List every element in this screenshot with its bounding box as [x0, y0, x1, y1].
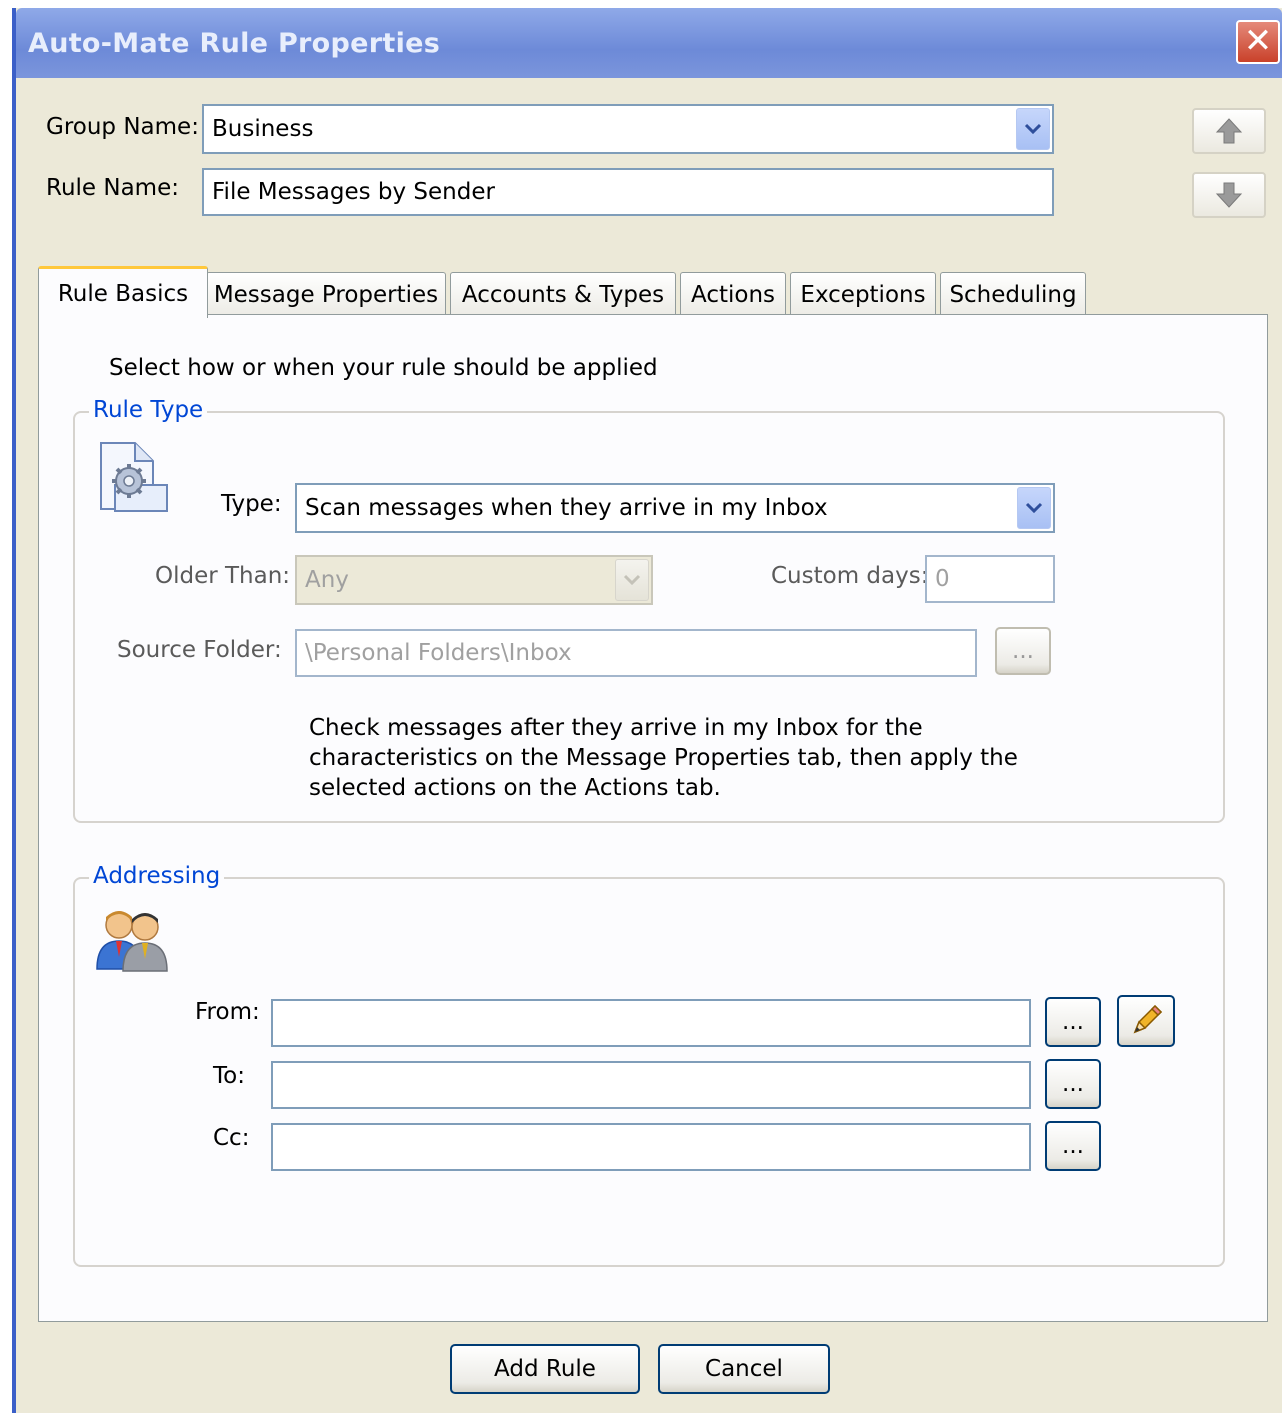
browse-label: ...: [1062, 1009, 1084, 1035]
intro-text: Select how or when your rule should be a…: [109, 355, 658, 381]
rule-settings-icon: [95, 439, 171, 521]
type-value: Scan messages when they arrive in my Inb…: [305, 495, 828, 521]
chevron-down-icon[interactable]: [1017, 487, 1051, 529]
tab-label: Rule Basics: [57, 280, 189, 307]
title-bar[interactable]: Auto-Mate Rule Properties ✕: [16, 8, 1282, 78]
from-browse-button[interactable]: ...: [1045, 997, 1101, 1047]
tab-label: Message Properties: [213, 281, 439, 308]
type-label: Type:: [221, 491, 282, 517]
cancel-label: Cancel: [705, 1356, 783, 1382]
to-browse-button[interactable]: ...: [1045, 1059, 1101, 1109]
addressing-group-title: Addressing: [89, 863, 225, 889]
tab-message-properties[interactable]: Message Properties: [206, 272, 446, 316]
chevron-down-icon[interactable]: [615, 559, 649, 601]
older-than-value: Any: [305, 567, 349, 593]
custom-days-label: Custom days:: [771, 563, 929, 589]
browse-label: ...: [1012, 638, 1034, 664]
custom-days-input[interactable]: 0: [925, 555, 1055, 603]
cc-input[interactable]: [271, 1123, 1031, 1171]
add-rule-label: Add Rule: [494, 1356, 596, 1382]
rule-name-input[interactable]: File Messages by Sender: [202, 168, 1054, 216]
group-name-value: Business: [212, 116, 314, 142]
arrow-up-icon: [1215, 118, 1243, 144]
source-folder-value: \Personal Folders\Inbox: [305, 640, 572, 666]
source-folder-label: Source Folder:: [117, 637, 282, 663]
cancel-button[interactable]: Cancel: [658, 1344, 830, 1394]
cc-label: Cc:: [213, 1125, 250, 1151]
type-dropdown[interactable]: Scan messages when they arrive in my Inb…: [295, 483, 1055, 533]
description-line: Check messages after they arrive in my I…: [309, 715, 923, 741]
rule-type-group-title: Rule Type: [89, 397, 208, 423]
dialog-window: Auto-Mate Rule Properties ✕ Group Name: …: [12, 8, 1282, 1413]
tab-rule-basics[interactable]: Rule Basics: [38, 266, 208, 318]
tab-accounts-types[interactable]: Accounts & Types: [450, 272, 676, 316]
rule-name-value: File Messages by Sender: [212, 179, 495, 205]
source-folder-browse-button[interactable]: ...: [995, 627, 1051, 675]
users-icon: [95, 907, 171, 979]
tab-label: Actions: [690, 281, 775, 308]
to-input[interactable]: [271, 1061, 1031, 1109]
tab-panel-rule-basics: Select how or when your rule should be a…: [38, 314, 1268, 1322]
tab-label: Scheduling: [949, 281, 1077, 308]
close-button[interactable]: ✕: [1236, 20, 1280, 64]
rule-type-description: Check messages after they arrive in my I…: [309, 713, 1018, 803]
group-name-label: Group Name:: [46, 114, 199, 140]
tab-actions[interactable]: Actions: [680, 272, 786, 316]
tab-scheduling[interactable]: Scheduling: [940, 272, 1086, 316]
description-line: selected actions on the Actions tab.: [309, 775, 721, 801]
tab-label: Accounts & Types: [461, 281, 665, 308]
browse-label: ...: [1062, 1133, 1084, 1159]
move-up-button[interactable]: [1192, 108, 1266, 154]
from-label: From:: [195, 999, 260, 1025]
arrow-down-icon: [1215, 182, 1243, 208]
tab-label: Exceptions: [800, 281, 926, 308]
move-down-button[interactable]: [1192, 172, 1266, 218]
older-than-label: Older Than:: [155, 563, 291, 589]
window-title: Auto-Mate Rule Properties: [28, 28, 441, 59]
chevron-down-icon[interactable]: [1016, 108, 1050, 150]
pencil-icon: [1133, 1004, 1163, 1034]
cc-browse-button[interactable]: ...: [1045, 1121, 1101, 1171]
add-rule-button[interactable]: Add Rule: [450, 1344, 640, 1394]
description-line: characteristics on the Message Propertie…: [309, 745, 1018, 771]
group-name-dropdown[interactable]: Business: [202, 104, 1054, 154]
source-folder-input[interactable]: \Personal Folders\Inbox: [295, 629, 977, 677]
browse-label: ...: [1062, 1071, 1084, 1097]
rule-name-label: Rule Name:: [46, 175, 179, 201]
older-than-dropdown[interactable]: Any: [295, 555, 653, 605]
to-label: To:: [213, 1063, 245, 1089]
close-icon: ✕: [1243, 21, 1273, 61]
custom-days-value: 0: [935, 566, 950, 592]
edit-from-button[interactable]: [1117, 995, 1175, 1047]
from-input[interactable]: [271, 999, 1031, 1047]
tab-exceptions[interactable]: Exceptions: [790, 272, 936, 316]
